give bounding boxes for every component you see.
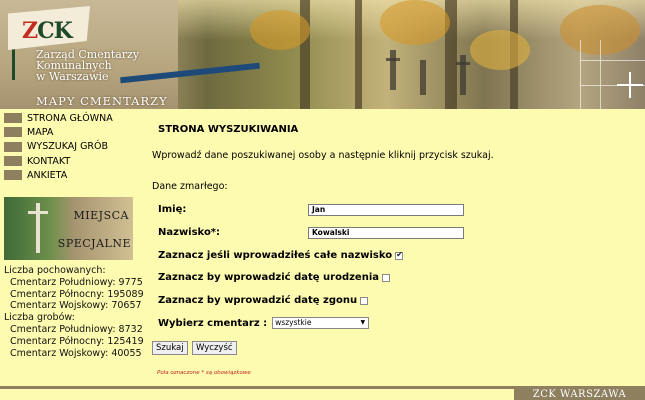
special-places-banner[interactable]: MIEJSCA SPECJALNE [4,197,133,260]
full-name-row: Zaznacz jeśli wprowadziłeś całe nazwisko [158,250,404,261]
last-name-label: Nazwisko*: [158,227,221,238]
nav-bullet-icon [4,170,22,181]
stat-line: Cmentarz Północny: 195089 [10,288,144,300]
search-button[interactable]: Szukaj [152,341,188,355]
compass-icon [617,72,643,98]
footer-brand: ZCK WARSZAWA [514,389,645,400]
sidebar-nav: STRONA GŁÓWNA MAPA WYSZUKAJ GRÓB KONTAKT… [4,111,144,182]
chevron-down-icon: ▼ [360,319,366,326]
stat-line: Cmentarz Południowy: 8732 [10,323,143,335]
cemetery-select[interactable]: wszystkie ▼ [272,317,370,329]
nav-item-search-grave[interactable]: WYSZUKAJ GRÓB [4,140,144,154]
nav-bullet-icon [4,113,22,124]
nav-bullet-icon [4,141,22,152]
first-name-label: Imię: [158,204,187,215]
stat-line: Cmentarz Wojskowy: 40055 [10,347,142,359]
header-banner: ZCK Zarząd Cmentarzy Komunalnych w Warsz… [0,0,645,109]
first-name-input[interactable]: Jan [308,204,464,216]
stat-line: Cmentarz Północny: 125419 [10,335,144,347]
graves-label: Liczba grobów: [4,312,75,324]
intro-text: Wprowadź dane poszukiwanej osoby a nastę… [152,150,494,161]
birth-date-checkbox[interactable] [382,273,391,282]
death-date-checkbox[interactable] [360,296,369,305]
last-name-row: Nazwisko*: [158,227,220,238]
section-label: Dane zmarłego: [152,181,228,192]
nav-item-home[interactable]: STRONA GŁÓWNA [4,111,144,125]
nav-bullet-icon [4,156,22,167]
first-name-row: Imię: [158,204,186,215]
buried-label: Liczba pochowanych: [4,265,106,276]
nav-item-survey[interactable]: ANKIETA [4,168,144,182]
stat-line: Cmentarz Południowy: 9775 [10,276,143,288]
nav-item-contact[interactable]: KONTAKT [4,154,144,168]
full-name-checkbox[interactable] [395,250,404,260]
site-subtitle: MAPY CMENTARZY [36,94,168,108]
clear-button[interactable]: Wyczyść [192,341,237,355]
nav-bullet-icon [4,127,22,138]
last-name-input[interactable]: Kowalski [308,227,464,239]
page-title: STRONA WYSZUKIWANIA [158,124,299,135]
nav-item-map[interactable]: MAPA [4,125,144,139]
stat-line: Cmentarz Wojskowy: 70657 [10,300,142,312]
birth-date-row: Zaznacz by wprowadzić datę urodzenia [158,272,391,283]
required-note: Pola oznaczone * są obowiązkowe [157,370,251,376]
cemetery-label: Wybierz cmentarz : [158,317,268,329]
cemetery-row: Wybierz cmentarz : wszystkie ▼ [158,317,370,329]
death-date-row: Zaznacz by wprowadzić datę zgonu [158,295,369,306]
cemetery-stats: Liczba pochowanych: Cmentarz Południowy:… [4,265,149,359]
